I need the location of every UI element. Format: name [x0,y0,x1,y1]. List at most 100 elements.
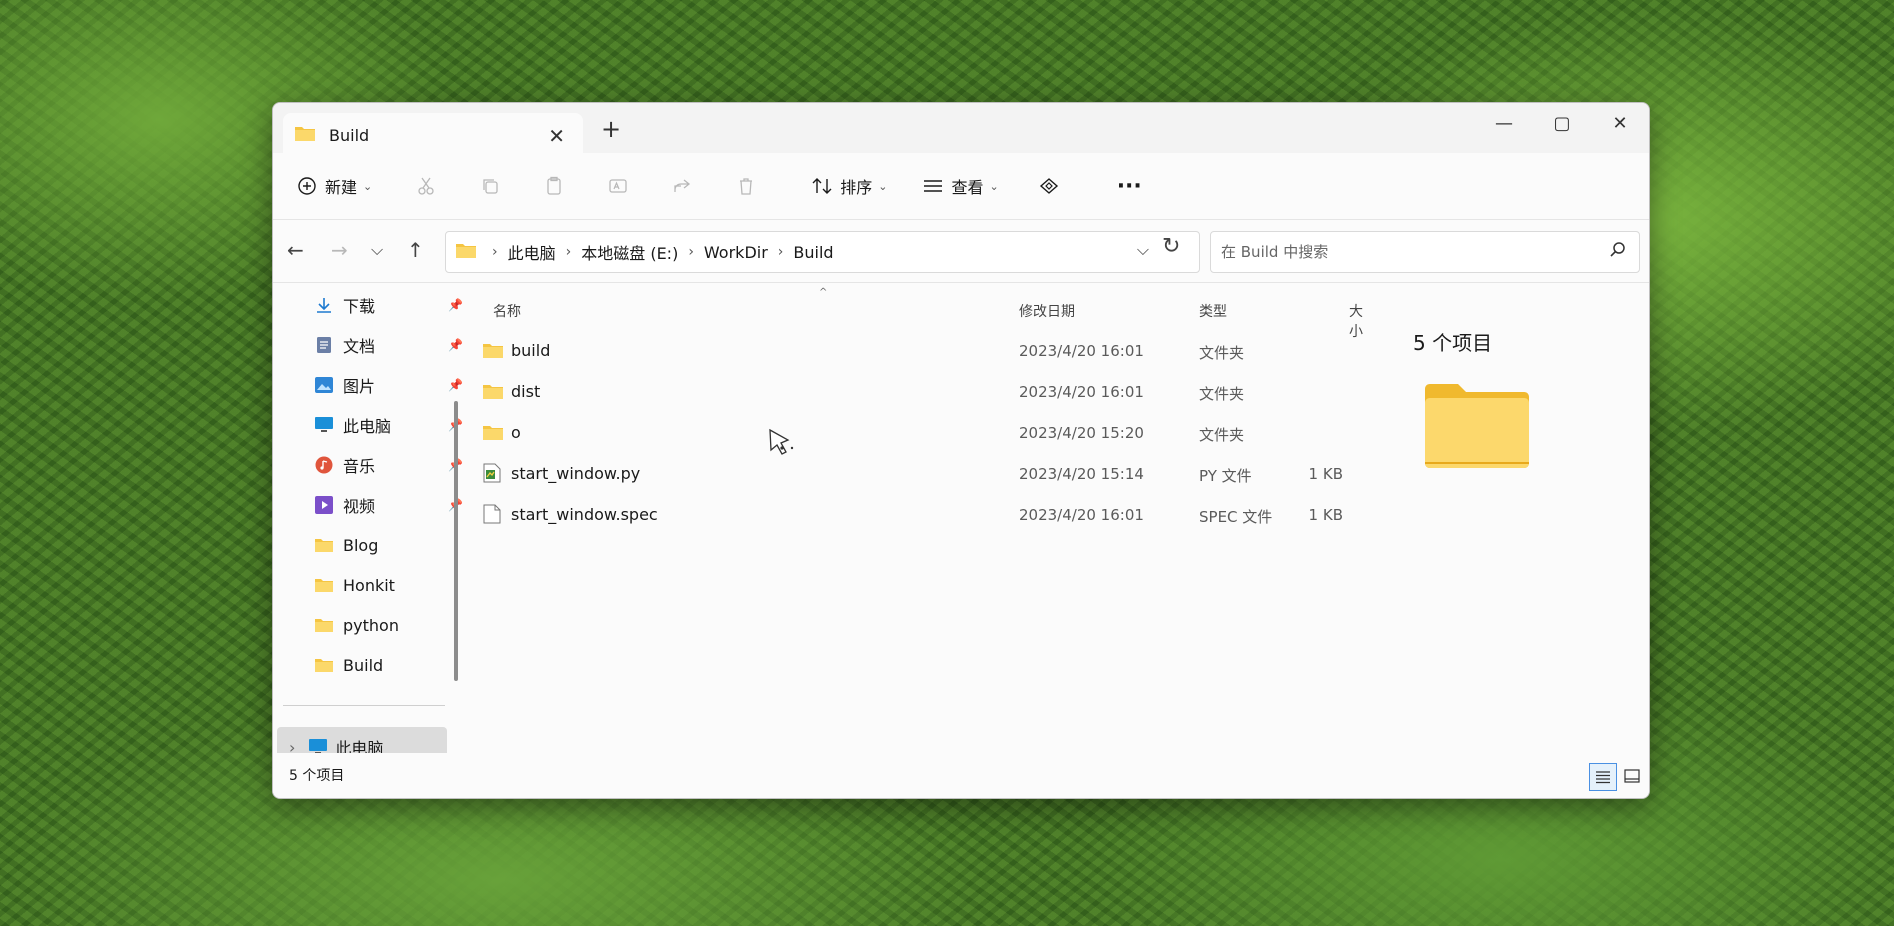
video-icon [313,494,335,516]
column-header-type[interactable]: 类型 [1199,301,1227,321]
file-type: 文件夹 [1199,385,1245,403]
sidebar-item-honkit[interactable]: Honkit [313,567,463,603]
new-tab-button[interactable]: + [601,115,621,143]
column-header-name[interactable]: 名称 [493,301,521,321]
pin-icon: 📌 [448,338,463,352]
column-header-date[interactable]: 修改日期 [1019,301,1075,321]
copy-icon [478,174,502,198]
chevron-down-icon: ⌄ [989,179,999,193]
computer-icon [313,414,335,436]
chevron-down-icon: ⌄ [878,179,888,193]
large-folder-icon [1423,383,1531,473]
tab-close-icon[interactable]: ✕ [548,124,565,148]
sidebar-item-videos[interactable]: 视频 📌 [313,487,463,523]
recent-dropdown-icon[interactable]: ⌵ [371,240,383,260]
file-size: 1 KB [1308,465,1343,483]
details-view-button[interactable] [1589,763,1617,791]
sidebar-item-label: 视频 [343,497,376,516]
address-dropdown-icon[interactable]: ⌵ [1137,240,1149,260]
file-name: build [511,340,551,360]
rename-button[interactable] [596,166,646,206]
filter-button[interactable] [1027,166,1077,206]
breadcrumb-this-pc[interactable]: 此电脑 [508,240,556,264]
picture-icon [313,374,335,396]
window-controls: — ▢ ✕ [1475,103,1649,143]
address-bar[interactable]: › 此电脑 › 本地磁盘 (E:) › WorkDir › Build ⌵ [445,231,1200,273]
file-date: 2023/4/20 16:01 [1019,506,1144,524]
file-date: 2023/4/20 16:01 [1019,383,1144,401]
chevron-right-icon: › [492,244,498,260]
search-input[interactable] [1219,242,1583,262]
search-icon[interactable] [1609,241,1627,263]
file-size: 1 KB [1308,506,1343,524]
column-name-label: 名称 [493,304,521,320]
maximize-button[interactable]: ▢ [1533,103,1591,143]
sidebar-scrollbar[interactable] [454,401,458,681]
paste-button[interactable] [532,166,582,206]
rename-icon [606,174,630,198]
folder-icon [313,654,335,676]
breadcrumb-build[interactable]: Build [793,243,833,262]
file-date: 2023/4/20 15:20 [1019,424,1144,442]
sidebar-item-this-pc[interactable]: 此电脑 📌 [313,407,463,443]
breadcrumb-drive-e[interactable]: 本地磁盘 (E:) [581,240,678,264]
file-name: start_window.spec [511,504,658,524]
cut-icon [414,174,438,198]
sidebar-item-label: Blog [343,535,379,555]
file-explorer-window: Build ✕ + — ▢ ✕ 新建 ⌄ 排序 ⌄ 查看 ⌄ ··· ← → ⌵… [272,102,1650,799]
sidebar-item-label: 此电脑 [343,417,392,436]
download-icon [313,294,335,316]
share-button[interactable] [660,166,710,206]
folder-icon [483,340,503,360]
refresh-icon[interactable]: ↻ [1162,234,1180,259]
file-row-dist[interactable]: dist 2023/4/20 16:01 文件夹 [473,375,1353,409]
more-button[interactable]: ··· [1107,166,1152,206]
sidebar-item-documents[interactable]: 文档 📌 [313,327,463,363]
close-button[interactable]: ✕ [1591,103,1649,143]
sidebar-item-downloads[interactable]: 下载 📌 [313,287,463,323]
pin-icon: 📌 [448,378,463,392]
file-name: o [511,422,521,442]
mouse-cursor-icon [768,428,798,466]
search-box[interactable] [1210,231,1640,273]
sidebar-item-label: Honkit [343,575,395,595]
delete-button[interactable] [724,166,774,206]
file-name: start_window.py [511,463,641,483]
view-button[interactable]: 查看 ⌄ [911,166,1008,206]
python-file-icon [483,463,503,483]
sidebar-item-python[interactable]: python [313,607,463,643]
sidebar-item-pictures[interactable]: 图片 📌 [313,367,463,403]
sidebar-item-blog[interactable]: Blog [313,527,463,563]
share-icon [670,174,694,198]
breadcrumb-workdir[interactable]: WorkDir [704,243,768,262]
folder-icon [483,381,503,401]
file-icon [483,504,503,524]
forward-arrow-icon[interactable]: → [331,238,348,262]
folder-icon [483,422,503,442]
copy-button[interactable] [468,166,518,206]
file-type: SPEC 文件 [1199,508,1273,526]
sort-button[interactable]: 排序 ⌄ [800,166,897,206]
new-button[interactable]: 新建 ⌄ [285,166,382,206]
delete-icon [734,174,758,198]
chevron-down-icon: ⌄ [363,179,373,193]
address-row: ← → ⌵ ↑ › 此电脑 › 本地磁盘 (E:) › WorkDir › Bu… [273,220,1649,283]
file-type: PY 文件 [1199,467,1252,485]
file-row-start-window-py[interactable]: start_window.py 2023/4/20 15:14 PY 文件 1 … [473,457,1353,491]
tiles-view-button[interactable] [1619,763,1645,789]
title-bar: Build ✕ + — ▢ ✕ [273,103,1649,157]
file-row-build[interactable]: build 2023/4/20 16:01 文件夹 [473,334,1353,368]
tab-build[interactable]: Build ✕ [283,113,583,157]
folder-icon [313,534,335,556]
sidebar-item-label: 下载 [343,297,376,316]
filter-icon [1037,174,1061,198]
sidebar-item-build[interactable]: Build [313,647,463,683]
back-arrow-icon[interactable]: ← [287,238,304,262]
minimize-button[interactable]: — [1475,103,1533,143]
sidebar-item-music[interactable]: 音乐 📌 [313,447,463,483]
up-arrow-icon[interactable]: ↑ [407,238,424,262]
file-row-start-window-spec[interactable]: start_window.spec 2023/4/20 16:01 SPEC 文… [473,498,1353,532]
file-row-o[interactable]: o 2023/4/20 15:20 文件夹 [473,416,1353,450]
view-icon [921,174,945,198]
cut-button[interactable] [404,166,454,206]
